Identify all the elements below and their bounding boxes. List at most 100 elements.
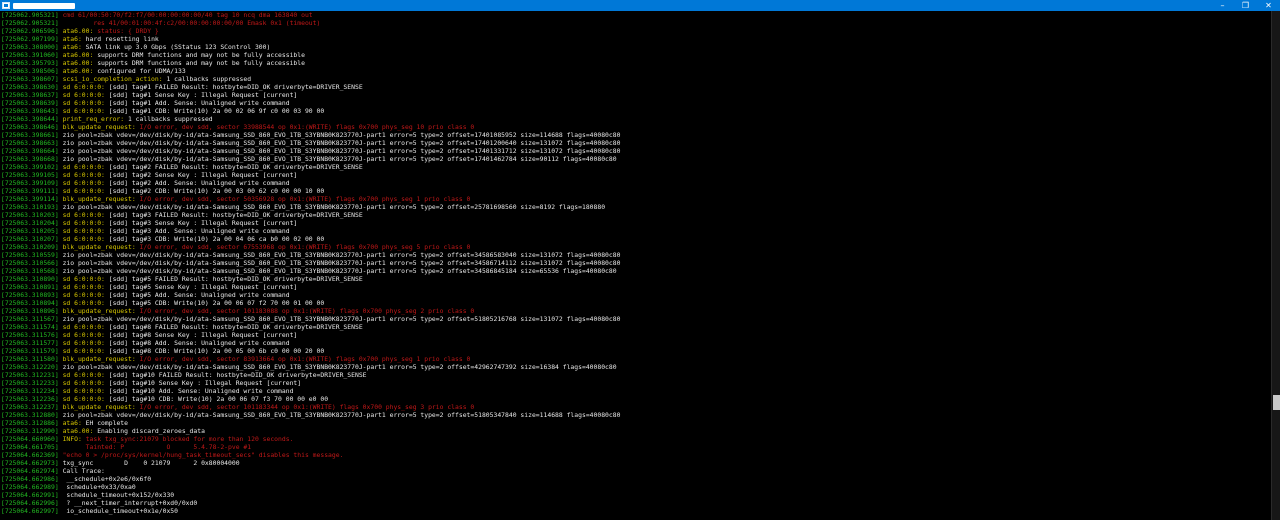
- log-line: [725063.311577] sd 6:0:0:0: [sdd] tag#8 …: [1, 339, 1271, 347]
- log-timestamp: [725064.662991]: [1, 491, 59, 499]
- log-message: txg_sync D 0 21079 2 0x80004000: [58, 459, 240, 467]
- close-button[interactable]: ✕: [1257, 0, 1280, 11]
- log-timestamp: [725063.398646]: [1, 123, 59, 131]
- log-line: [725063.398661] zio pool=zbak vdev=/dev/…: [1, 131, 1271, 139]
- log-error-text: I/O error, dev sdd, sector 50356928 op 0…: [135, 195, 471, 203]
- log-line: [725063.399109] sd 6:0:0:0: [sdd] tag#2 …: [1, 179, 1271, 187]
- log-message: [sdd] tag#10 Add. Sense: Unaligned write…: [104, 387, 294, 395]
- log-error-text: I/O error, dev sdd, sector 101183088 op …: [135, 307, 475, 315]
- log-error-text: "echo 0 > /proc/sys/kernel/hung_task_tim…: [58, 451, 344, 459]
- log-timestamp: [725063.312234]: [1, 387, 59, 395]
- log-line: [725062.905321] res 41/00:01:00:4f:c2/00…: [1, 19, 1271, 27]
- log-timestamp: [725063.311567]: [1, 315, 59, 323]
- log-message: [sdd] tag#2 Sense Key : Illegal Request …: [104, 171, 298, 179]
- log-message: [sdd] tag#8 Sense Key : Illegal Request …: [104, 331, 298, 339]
- log-timestamp: [725063.310203]: [1, 211, 59, 219]
- log-timestamp: [725063.312220]: [1, 363, 59, 371]
- log-source: sd 6:0:0:0:: [58, 347, 105, 355]
- log-line: [725063.312236] sd 6:0:0:0: [sdd] tag#10…: [1, 395, 1271, 403]
- log-timestamp: [725064.662369]: [1, 451, 59, 459]
- log-timestamp: [725063.310894]: [1, 299, 59, 307]
- log-timestamp: [725064.662986]: [1, 475, 59, 483]
- log-message: zio pool=zbak vdev=/dev/disk/by-id/ata-S…: [58, 259, 621, 267]
- log-message: [sdd] tag#10 CDB: Write(10) 2a 00 06 07 …: [104, 395, 329, 403]
- maximize-button[interactable]: ❐: [1234, 0, 1257, 11]
- log-timestamp: [725063.398643]: [1, 107, 59, 115]
- log-source: blk_update_request:: [58, 403, 136, 411]
- log-timestamp: [725063.311577]: [1, 339, 59, 347]
- log-message: 1 callbacks suppressed: [162, 75, 252, 83]
- log-message: [sdd] tag#5 Sense Key : Illegal Request …: [104, 283, 298, 291]
- log-timestamp: [725063.311579]: [1, 347, 59, 355]
- log-source: blk_update_request:: [58, 195, 136, 203]
- log-line: [725062.906596] ata6.00: status: { DRDY …: [1, 27, 1271, 35]
- log-line: [725063.398646] blk_update_request: I/O …: [1, 123, 1271, 131]
- log-line: [725063.312234] sd 6:0:0:0: [sdd] tag#10…: [1, 387, 1271, 395]
- vertical-scrollbar[interactable]: [1271, 11, 1280, 520]
- log-timestamp: [725063.312236]: [1, 395, 59, 403]
- terminal-app-icon[interactable]: [2, 2, 10, 9]
- log-line: [725063.310568] zio pool=zbak vdev=/dev/…: [1, 267, 1271, 275]
- log-line: [725063.398668] zio pool=zbak vdev=/dev/…: [1, 155, 1271, 163]
- log-timestamp: [725064.662973]: [1, 459, 59, 467]
- log-timestamp: [725063.398663]: [1, 139, 59, 147]
- log-line: [725063.398644] print_req_error: 1 callb…: [1, 115, 1271, 123]
- log-message: [sdd] tag#3 Sense Key : Illegal Request …: [104, 219, 298, 227]
- log-message: [sdd] tag#1 Add. Sense: Unaligned write …: [104, 99, 290, 107]
- log-line: [725064.662369] "echo 0 > /proc/sys/kern…: [1, 451, 1271, 459]
- log-line: [725064.662986] __schedule+0x2e6/0x6f0: [1, 475, 1271, 483]
- log-line: [725062.905321] cmd 61/00:50:70/f2:f7/00…: [1, 11, 1271, 19]
- log-message: [sdd] tag#8 Add. Sense: Unaligned write …: [104, 339, 290, 347]
- log-timestamp: [725063.312886]: [1, 419, 59, 427]
- log-line: [725064.662974] Call Trace:: [1, 467, 1271, 475]
- terminal-output[interactable]: [725062.905321] cmd 61/00:50:70/f2:f7/00…: [0, 11, 1271, 520]
- log-message: [sdd] tag#1 CDB: Write(10) 2a 00 02 06 9…: [104, 107, 325, 115]
- log-message: supports DRM functions and may not be fu…: [93, 59, 305, 67]
- log-timestamp: [725063.312231]: [1, 371, 59, 379]
- log-source: INFO:: [58, 435, 82, 443]
- log-timestamp: [725064.662974]: [1, 467, 59, 475]
- scrollbar-thumb[interactable]: [1273, 395, 1280, 410]
- log-timestamp: [725063.310209]: [1, 243, 59, 251]
- log-timestamp: [725063.310893]: [1, 291, 59, 299]
- log-message: [sdd] tag#5 FAILED Result: hostbyte=DID_…: [104, 275, 363, 283]
- log-source: sd 6:0:0:0:: [58, 91, 105, 99]
- log-timestamp: [725063.308000]: [1, 43, 59, 51]
- log-timestamp: [725063.312237]: [1, 403, 59, 411]
- log-line: [725063.310559] zio pool=zbak vdev=/dev/…: [1, 251, 1271, 259]
- log-timestamp: [725062.906596]: [1, 27, 59, 35]
- log-source: ata6.00:: [58, 59, 94, 67]
- log-error-text: cmd 61/00:50:70/f2:f7/00:00:00:00:00/40 …: [58, 11, 313, 19]
- log-line: [725064.661705] Tainted: P O 5.4.78-2-pv…: [1, 443, 1271, 451]
- log-message: schedule+0x33/0xa0: [58, 483, 136, 491]
- log-source: sd 6:0:0:0:: [58, 83, 105, 91]
- log-message: [sdd] tag#1 Sense Key : Illegal Request …: [104, 91, 298, 99]
- log-source: sd 6:0:0:0:: [58, 387, 105, 395]
- log-message: [sdd] tag#3 FAILED Result: hostbyte=DID_…: [104, 211, 363, 219]
- log-message: zio pool=zbak vdev=/dev/disk/by-id/ata-S…: [58, 363, 617, 371]
- log-line: [725063.310890] sd 6:0:0:0: [sdd] tag#5 …: [1, 275, 1271, 283]
- log-line: [725063.312220] zio pool=zbak vdev=/dev/…: [1, 363, 1271, 371]
- log-timestamp: [725063.310204]: [1, 219, 59, 227]
- log-timestamp: [725063.310896]: [1, 307, 59, 315]
- log-message: EH complete: [81, 419, 128, 427]
- log-line: [725063.310891] sd 6:0:0:0: [sdd] tag#5 …: [1, 283, 1271, 291]
- log-message: [sdd] tag#2 CDB: Write(10) 2a 00 03 00 6…: [104, 187, 325, 195]
- title-bar[interactable]: – ❐ ✕: [0, 0, 1280, 11]
- log-line: [725063.312886] ata6: EH complete: [1, 419, 1271, 427]
- log-source: sd 6:0:0:0:: [58, 395, 105, 403]
- log-message: SATA link up 3.0 Gbps (SStatus 123 SCont…: [81, 43, 271, 51]
- log-line: [725063.398506] ata6.00: configured for …: [1, 67, 1271, 75]
- log-message: [sdd] tag#10 FAILED Result: hostbyte=DID…: [104, 371, 367, 379]
- log-line: [725063.391060] ata6.00: supports DRM fu…: [1, 51, 1271, 59]
- log-timestamp: [725063.312233]: [1, 379, 59, 387]
- log-line: [725064.662989] schedule+0x33/0xa0: [1, 483, 1271, 491]
- log-line: [725063.399105] sd 6:0:0:0: [sdd] tag#2 …: [1, 171, 1271, 179]
- log-source: ata6.00:: [58, 51, 94, 59]
- log-line: [725063.398663] zio pool=zbak vdev=/dev/…: [1, 139, 1271, 147]
- minimize-button[interactable]: –: [1211, 0, 1234, 11]
- log-line: [725063.310204] sd 6:0:0:0: [sdd] tag#3 …: [1, 219, 1271, 227]
- log-message: [sdd] tag#5 CDB: Write(10) 2a 00 06 07 f…: [104, 299, 325, 307]
- log-source: sd 6:0:0:0:: [58, 219, 105, 227]
- log-source: blk_update_request:: [58, 307, 136, 315]
